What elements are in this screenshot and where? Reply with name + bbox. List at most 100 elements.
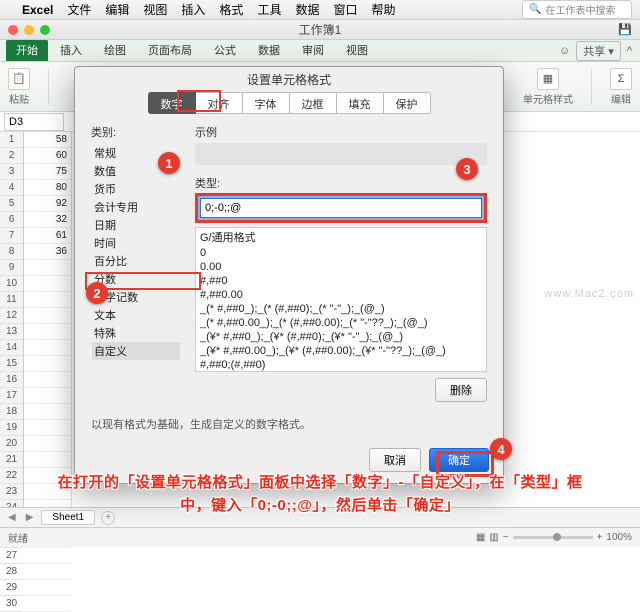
close-window-button[interactable] [8, 25, 18, 35]
row-header[interactable]: 6 [0, 212, 23, 228]
ok-button[interactable]: 确定 [429, 448, 489, 472]
row-header[interactable]: 5 [0, 196, 23, 212]
format-item[interactable]: _(* #,##0.00_);_(* (#,##0.00);_(* "-"??_… [196, 316, 486, 330]
format-list[interactable]: G/通用格式00.00#,##0#,##0.00_(* #,##0_);_(* … [195, 227, 487, 372]
view-page-icon[interactable]: ▥ [489, 532, 498, 543]
smiley-icon[interactable]: ☺ [559, 45, 570, 57]
paste-group[interactable]: 📋 粘贴 [8, 68, 30, 106]
menu-file[interactable]: 文件 [67, 1, 91, 18]
category-item[interactable]: 日期 [92, 216, 180, 234]
category-item[interactable]: 会计专用 [92, 198, 180, 216]
row-header[interactable]: 28 [0, 564, 23, 580]
cell[interactable]: 60 [24, 148, 71, 164]
dialog-tab-protection[interactable]: 保护 [384, 92, 431, 114]
format-item[interactable]: #,##0;(#,##0) [196, 358, 486, 372]
category-item[interactable]: 货币 [92, 180, 180, 198]
row-header[interactable]: 16 [0, 372, 23, 388]
dialog-tab-fill[interactable]: 填充 [337, 92, 384, 114]
format-item[interactable]: _(* #,##0_);_(* (#,##0);_(* "-"_);_(@_) [196, 302, 486, 316]
format-item[interactable]: #,##0 [196, 274, 486, 288]
name-box[interactable] [4, 113, 64, 131]
cell[interactable]: 58 [24, 132, 71, 148]
row-header[interactable]: 11 [0, 292, 23, 308]
category-list[interactable]: 常规数值货币会计专用日期时间百分比分数科学记数文本特殊自定义 [91, 143, 181, 361]
app-name[interactable]: Excel [22, 3, 53, 17]
dialog-tab-font[interactable]: 字体 [243, 92, 290, 114]
menu-format[interactable]: 格式 [219, 1, 243, 18]
row-headers[interactable]: 1234567891011121314151617181920212223242… [0, 132, 24, 512]
cell[interactable]: 36 [24, 244, 71, 260]
row-header[interactable]: 15 [0, 356, 23, 372]
format-item[interactable]: 0.00 [196, 260, 486, 274]
category-item[interactable]: 特殊 [92, 324, 180, 342]
cell[interactable] [24, 260, 71, 276]
dialog-tab-border[interactable]: 边框 [290, 92, 337, 114]
menu-tools[interactable]: 工具 [257, 1, 281, 18]
save-icon[interactable]: 💾 [618, 23, 632, 36]
row-header[interactable]: 1 [0, 132, 23, 148]
menu-edit[interactable]: 编辑 [105, 1, 129, 18]
delete-button[interactable]: 删除 [435, 378, 487, 402]
zoom-slider[interactable] [513, 536, 593, 539]
format-item[interactable]: G/通用格式 [196, 228, 486, 246]
row-header[interactable]: 18 [0, 404, 23, 420]
tab-home[interactable]: 开始 [6, 39, 48, 61]
zoom-value[interactable]: 100% [606, 532, 632, 543]
row-header[interactable]: 20 [0, 436, 23, 452]
zoom-in-button[interactable]: + [597, 532, 603, 543]
category-item[interactable]: 自定义 [92, 342, 180, 360]
menu-insert[interactable]: 插入 [181, 1, 205, 18]
view-normal-icon[interactable]: ▦ [476, 532, 485, 543]
cell[interactable]: 92 [24, 196, 71, 212]
row-header[interactable]: 14 [0, 340, 23, 356]
chevron-up-icon[interactable]: ^ [627, 45, 632, 57]
tab-view[interactable]: 视图 [336, 39, 378, 61]
row-header[interactable]: 17 [0, 388, 23, 404]
search-input[interactable]: 🔍 在工作表中搜索 [522, 0, 632, 19]
row-header[interactable]: 27 [0, 548, 23, 564]
tab-insert[interactable]: 插入 [50, 39, 92, 61]
zoom-window-button[interactable] [40, 25, 50, 35]
menu-data[interactable]: 数据 [295, 1, 319, 18]
row-header[interactable]: 21 [0, 452, 23, 468]
menu-view[interactable]: 视图 [143, 1, 167, 18]
row-header[interactable]: 4 [0, 180, 23, 196]
dialog-tab-alignment[interactable]: 对齐 [196, 92, 243, 114]
row-header[interactable]: 2 [0, 148, 23, 164]
tab-draw[interactable]: 绘图 [94, 39, 136, 61]
row-header[interactable]: 9 [0, 260, 23, 276]
row-header[interactable]: 3 [0, 164, 23, 180]
format-item[interactable]: _(¥* #,##0_);_(¥* (#,##0);_(¥* "-"_);_(@… [196, 330, 486, 344]
cancel-button[interactable]: 取消 [369, 448, 421, 472]
minimize-window-button[interactable] [24, 25, 34, 35]
format-item[interactable]: 0 [196, 246, 486, 260]
row-header[interactable]: 12 [0, 308, 23, 324]
tab-data[interactable]: 数据 [248, 39, 290, 61]
row-header[interactable]: 29 [0, 580, 23, 596]
row-header[interactable]: 19 [0, 420, 23, 436]
category-item[interactable]: 百分比 [92, 252, 180, 270]
column-a[interactable]: 5860758092326136 [24, 132, 72, 512]
zoom-out-button[interactable]: − [503, 532, 509, 543]
cell[interactable]: 32 [24, 212, 71, 228]
tab-formulas[interactable]: 公式 [204, 39, 246, 61]
edit-group[interactable]: Σ 编辑 [610, 68, 632, 106]
category-item[interactable]: 文本 [92, 306, 180, 324]
type-input[interactable] [200, 198, 482, 218]
category-item[interactable]: 时间 [92, 234, 180, 252]
cell[interactable]: 80 [24, 180, 71, 196]
format-item[interactable]: #,##0.00 [196, 288, 486, 302]
tab-review[interactable]: 审阅 [292, 39, 334, 61]
tab-layout[interactable]: 页面布局 [138, 39, 202, 61]
cell[interactable]: 61 [24, 228, 71, 244]
row-header[interactable]: 13 [0, 324, 23, 340]
cell[interactable]: 75 [24, 164, 71, 180]
row-header[interactable]: 10 [0, 276, 23, 292]
row-header[interactable]: 7 [0, 228, 23, 244]
cell-styles-group[interactable]: ▦ 单元格样式 [523, 68, 573, 106]
row-header[interactable]: 30 [0, 596, 23, 612]
dialog-tab-number[interactable]: 数字 [148, 92, 196, 114]
menu-help[interactable]: 帮助 [371, 1, 395, 18]
row-header[interactable]: 8 [0, 244, 23, 260]
menu-window[interactable]: 窗口 [333, 1, 357, 18]
